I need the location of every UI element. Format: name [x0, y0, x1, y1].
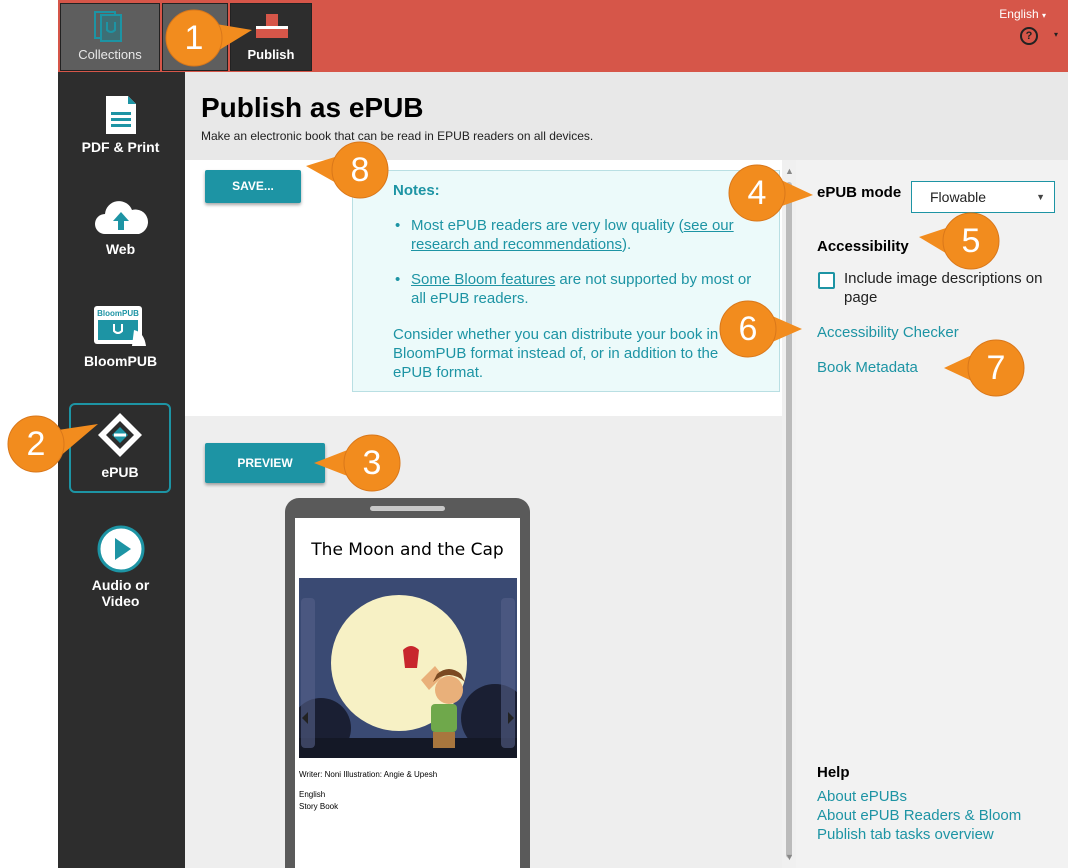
help-heading: Help	[817, 764, 850, 781]
callout-number: 3	[362, 444, 382, 482]
note-item-quality: Most ePUB readers are very low quality (…	[395, 216, 761, 254]
note-item-features: Some Bloom features are not supported by…	[395, 270, 761, 308]
collections-icon	[94, 11, 122, 42]
book-credits: Writer: Noni Illustration: Angie & Upesh	[299, 770, 438, 779]
page-title: Publish as ePUB	[201, 92, 424, 123]
book-metadata-link[interactable]: Book Metadata	[817, 359, 918, 376]
callout-number: 7	[986, 349, 1006, 387]
chevron-down-icon: ▼	[1036, 192, 1045, 202]
tab-collections-label: Collections	[78, 47, 142, 62]
sidebar-item-label: Audio or Video	[91, 577, 150, 609]
callout-1: 1	[164, 8, 252, 68]
scroll-down-icon[interactable]: ▼	[785, 852, 794, 862]
preview-panel: SAVE... Notes: Most ePUB readers are ver…	[185, 160, 782, 868]
help-icon[interactable]: ?	[1020, 27, 1038, 45]
scroll-thumb[interactable]	[786, 182, 792, 858]
cover-illustration	[299, 578, 517, 758]
callout-number: 8	[350, 151, 370, 189]
moon-boy-illustration	[299, 578, 517, 758]
bloom-app-window: Collections Publish English ▾ ? ▾ PDF & …	[58, 0, 1068, 868]
book-type: Story Book	[299, 802, 339, 811]
callout-6: 6	[718, 299, 802, 359]
callout-3: 3	[314, 433, 402, 493]
help-link-overview[interactable]: Publish tab tasks overview	[817, 826, 994, 843]
image-descriptions-label[interactable]: Include image descriptions on page	[844, 269, 1054, 307]
callout-7: 7	[944, 338, 1026, 398]
callout-8: 8	[306, 140, 390, 200]
device-speaker	[370, 506, 445, 511]
note-text: Most ePUB readers are very low quality (	[411, 217, 684, 234]
callout-2: 2	[6, 414, 98, 474]
book-title: The Moon and the Cap	[311, 540, 504, 560]
callout-number: 2	[26, 425, 46, 463]
device-preview: The Moon and the Cap Writer: Noni Illust…	[285, 498, 530, 868]
pdf-document-icon	[105, 96, 136, 134]
sidebar-item-web[interactable]: Web	[58, 198, 183, 257]
sidebar-item-bloompub[interactable]: BloomPUB BloomPUB	[58, 304, 183, 369]
play-icon	[97, 525, 144, 573]
sidebar-item-label: PDF & Print	[81, 139, 160, 155]
save-notes-area: SAVE... Notes: Most ePUB readers are ver…	[185, 160, 782, 416]
callout-number: 5	[961, 222, 981, 260]
bloom-features-link[interactable]: Some Bloom features	[411, 271, 555, 288]
callout-5: 5	[919, 211, 1001, 271]
help-caret-icon[interactable]: ▾	[1054, 30, 1058, 39]
bloompub-icon-text: BloomPUB	[97, 309, 139, 318]
language-label: English	[999, 7, 1039, 21]
note-text: ).	[621, 236, 632, 253]
chevron-down-icon: ▾	[1041, 11, 1046, 20]
help-link-about-epubs[interactable]: About ePUBs	[817, 788, 907, 805]
notes-box: Notes: Most ePUB readers are very low qu…	[352, 170, 780, 392]
bloompub-device-icon: BloomPUB	[93, 306, 146, 346]
sidebar-item-pdf-print[interactable]: PDF & Print	[58, 94, 183, 155]
image-descriptions-checkbox[interactable]	[818, 272, 835, 289]
help-link-readers[interactable]: About ePUB Readers & Bloom	[817, 807, 1021, 824]
accessibility-heading: Accessibility	[817, 238, 909, 255]
sidebar-item-audio-video[interactable]: Audio or Video	[58, 524, 183, 609]
save-button[interactable]: SAVE...	[205, 170, 301, 203]
notes-title: Notes:	[393, 182, 440, 199]
callout-4: 4	[727, 163, 813, 223]
epub-mode-value: Flowable	[930, 189, 987, 205]
callout-number: 4	[747, 174, 767, 212]
sidebar-item-label: Web	[105, 241, 136, 257]
device-screen: The Moon and the Cap Writer: Noni Illust…	[295, 518, 520, 868]
book-language: English	[299, 790, 326, 799]
sidebar-item-label: BloomPUB	[83, 353, 158, 369]
vertical-scrollbar[interactable]: ▲ ▼	[782, 160, 796, 868]
epub-mode-select[interactable]: Flowable ▼	[911, 181, 1055, 213]
page-subtitle: Make an electronic book that can be read…	[201, 129, 594, 143]
callout-number: 1	[184, 19, 204, 57]
language-selector[interactable]: English ▾	[999, 7, 1046, 21]
notes-paragraph: Consider whether you can distribute your…	[393, 326, 744, 381]
tab-collections[interactable]: Collections	[60, 3, 160, 71]
callout-number: 6	[738, 310, 758, 348]
cloud-upload-icon	[94, 201, 148, 234]
